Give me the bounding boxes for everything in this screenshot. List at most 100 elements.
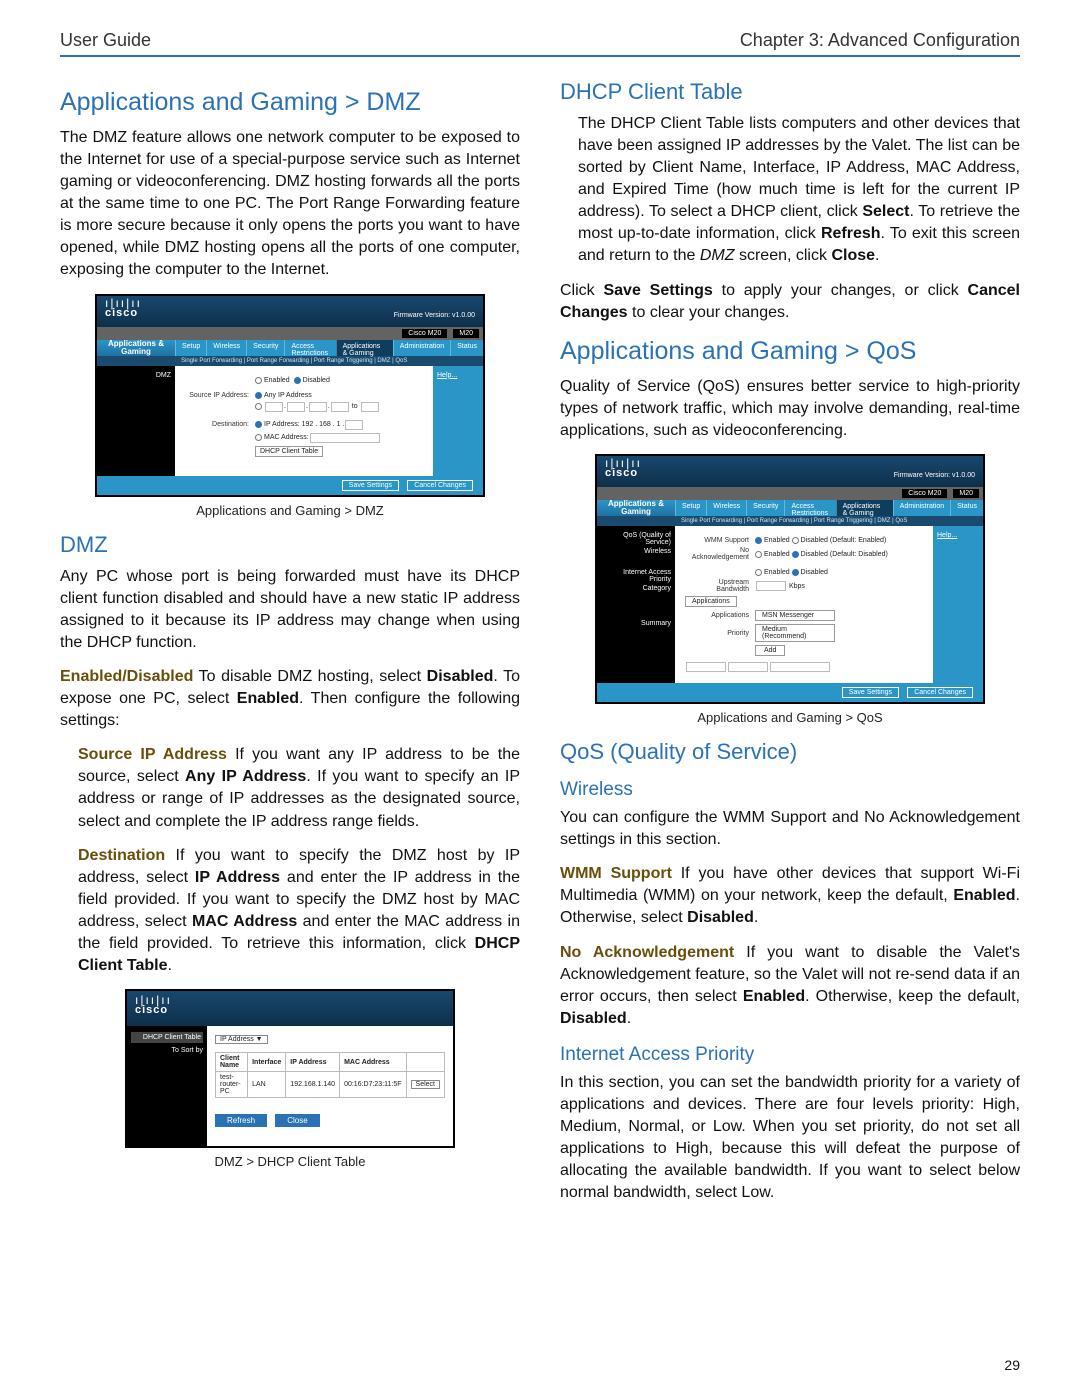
side-category: Category <box>601 585 671 592</box>
heading-dhcp-client-table: DHCP Client Table <box>560 79 1020 105</box>
tab-admin[interactable]: Administration <box>893 500 950 516</box>
label-applications: Applications <box>685 612 755 619</box>
heading-iap: Internet Access Priority <box>560 1044 1020 1066</box>
heading-wireless: Wireless <box>560 779 1020 801</box>
th-client-name: Client Name <box>216 1053 248 1072</box>
subtab-row: Single Port Forwarding | Port Range Forw… <box>597 516 983 526</box>
tab-security[interactable]: Security <box>246 340 284 356</box>
th-ip: IP Address <box>286 1053 340 1072</box>
side-summary: Summary <box>601 620 671 627</box>
header-right: Chapter 3: Advanced Configuration <box>740 30 1020 51</box>
th-interface: Interface <box>248 1053 286 1072</box>
dmz-intro: The DMZ feature allows one network compu… <box>60 127 520 282</box>
radio-ip-address[interactable]: IP Address: 192 . 168 . 1 . <box>264 421 344 428</box>
save-settings-button[interactable]: Save Settings <box>842 687 899 698</box>
radio-wmm-enabled[interactable]: Enabled <box>764 537 790 544</box>
runin-source: Source IP Address <box>78 746 227 763</box>
radio-iap-enabled[interactable]: Enabled <box>764 569 790 576</box>
tab-access[interactable]: Access Restrictions <box>784 500 835 516</box>
tab-setup[interactable]: Setup <box>175 340 206 356</box>
th-mac: MAC Address <box>340 1053 406 1072</box>
screenshot-dhcp-table: ı|ıı|ııcisco DHCP Client Table To Sort b… <box>125 989 455 1148</box>
help-link[interactable]: Help... <box>437 372 457 379</box>
select-button[interactable]: Select <box>411 1080 440 1089</box>
tab-apps-gaming[interactable]: Applications & Gaming <box>836 500 893 516</box>
para-wmm: WMM Support If you have other devices th… <box>560 863 1020 929</box>
para-save-cancel: Click Save Settings to apply your change… <box>560 280 1020 324</box>
label-priority: Priority <box>685 630 755 637</box>
heading-dmz-path: Applications and Gaming > DMZ <box>60 87 520 117</box>
heading-qos: QoS (Quality of Service) <box>560 739 1020 765</box>
radio-disabled[interactable]: Disabled <box>303 377 330 384</box>
priority-select[interactable]: Medium (Recommend) <box>755 624 835 642</box>
side-wireless: Wireless <box>601 548 671 555</box>
tab-access[interactable]: Access Restrictions <box>284 340 335 356</box>
model-badge: Cisco M20 <box>402 329 447 338</box>
page-number: 29 <box>1004 1357 1020 1373</box>
close-button[interactable]: Close <box>275 1114 319 1127</box>
firmware-version: Firmware Version: v1.0.00 <box>894 472 975 479</box>
tab-status[interactable]: Status <box>450 340 483 356</box>
cancel-changes-button[interactable]: Cancel Changes <box>907 687 973 698</box>
save-settings-button[interactable]: Save Settings <box>342 480 399 491</box>
app-select[interactable]: MSN Messenger <box>755 610 835 621</box>
side-iap: Internet Access Priority <box>601 569 671 583</box>
page-header: User Guide Chapter 3: Advanced Configura… <box>60 30 1020 57</box>
tab-wireless[interactable]: Wireless <box>706 500 746 516</box>
para-iap: In this section, you can set the bandwid… <box>560 1072 1020 1204</box>
tab-admin[interactable]: Administration <box>393 340 450 356</box>
tab-apps-gaming[interactable]: Applications & Gaming <box>336 340 393 356</box>
heading-dmz: DMZ <box>60 532 520 558</box>
cisco-logo-text: cisco <box>605 467 638 479</box>
tab-setup[interactable]: Setup <box>675 500 706 516</box>
runin-wmm: WMM Support <box>560 865 672 882</box>
para-dhcp-desc: The DHCP Client Table lists computers an… <box>578 113 1020 268</box>
caption-dmz-shot: Applications and Gaming > DMZ <box>60 503 520 518</box>
cisco-logo-text: cisco <box>105 307 138 319</box>
heading-qos-path: Applications and Gaming > QoS <box>560 336 1020 366</box>
caption-dhcp: DMZ > DHCP Client Table <box>60 1154 520 1169</box>
header-left: User Guide <box>60 30 151 51</box>
add-button[interactable]: Add <box>755 645 785 656</box>
side-label-dmz: DMZ <box>97 366 175 476</box>
dhcp-title: DHCP Client Table <box>131 1032 203 1043</box>
refresh-button[interactable]: Refresh <box>215 1114 267 1127</box>
firmware-version: Firmware Version: v1.0.00 <box>394 312 475 319</box>
left-column: Applications and Gaming > DMZ The DMZ fe… <box>60 79 520 1216</box>
tab-wireless[interactable]: Wireless <box>206 340 246 356</box>
label-source-ip: Source IP Address: <box>185 392 255 399</box>
dhcp-client-table-button[interactable]: DHCP Client Table <box>255 446 323 457</box>
radio-iap-disabled[interactable]: Disabled <box>801 569 828 576</box>
caption-qos-shot: Applications and Gaming > QoS <box>560 710 1020 725</box>
label-wmm: WMM Support <box>685 537 755 544</box>
cisco-logo-text: cisco <box>135 1004 168 1016</box>
cancel-changes-button[interactable]: Cancel Changes <box>407 480 473 491</box>
label-upstream: Upstream Bandwidth <box>685 579 755 593</box>
section-title: Applications & Gaming <box>597 500 675 516</box>
model-badge-2: M20 <box>953 489 979 498</box>
sort-select[interactable]: IP Address ▼ <box>215 1035 268 1044</box>
help-link[interactable]: Help... <box>937 532 957 539</box>
section-title: Applications & Gaming <box>97 340 175 356</box>
para-noack: No Acknowledgement If you want to disabl… <box>560 942 1020 1030</box>
radio-mac-address[interactable]: MAC Address: <box>264 434 309 441</box>
screenshot-dmz: ı|ıı|ııcisco Firmware Version: v1.0.00 C… <box>95 294 485 497</box>
tab-security[interactable]: Security <box>746 500 784 516</box>
side-qos: QoS (Quality of Service) <box>601 532 671 546</box>
model-badge-2: M20 <box>453 329 479 338</box>
subtab-row: Single Port Forwarding | Port Range Forw… <box>97 356 483 366</box>
tab-status[interactable]: Status <box>950 500 983 516</box>
radio-any-ip[interactable]: Any IP Address <box>264 392 312 399</box>
radio-noack-enabled[interactable]: Enabled <box>764 551 790 558</box>
label-sort-by: To Sort by <box>131 1047 203 1054</box>
radio-enabled[interactable]: Enabled <box>264 377 290 384</box>
qos-intro: Quality of Service (QoS) ensures better … <box>560 376 1020 442</box>
radio-wmm-disabled[interactable]: Disabled <box>801 537 828 544</box>
para-enabled-disabled: Enabled/Disabled To disable DMZ hosting,… <box>60 666 520 732</box>
label-noack: No Acknowledgement <box>685 547 755 561</box>
radio-noack-disabled[interactable]: Disabled <box>801 551 828 558</box>
runin-noack: No Acknowledgement <box>560 944 734 961</box>
screenshot-qos: ı|ıı|ııcisco Firmware Version: v1.0.00 C… <box>595 454 985 704</box>
category-select[interactable]: Applications <box>685 596 737 607</box>
dhcp-table: Client Name Interface IP Address MAC Add… <box>215 1052 445 1098</box>
